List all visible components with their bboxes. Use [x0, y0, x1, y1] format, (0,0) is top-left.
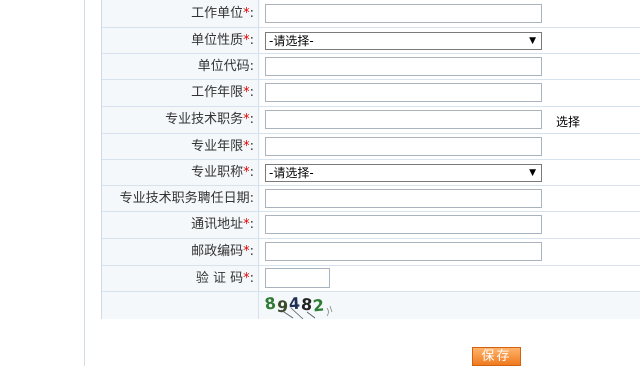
- save-button[interactable]: 保存: [472, 347, 521, 366]
- professional-title-label: 专业职称*:: [102, 160, 259, 185]
- label-colon: :: [249, 6, 254, 21]
- select-value: -请选择-: [269, 34, 314, 48]
- form-row-postal-code: 邮政编码*:: [102, 239, 640, 266]
- form-row-captcha: 验 证 码*:: [102, 266, 640, 292]
- label-colon: :: [249, 271, 254, 286]
- work-unit-input[interactable]: [265, 4, 542, 23]
- work-years-label: 工作年限*:: [102, 80, 259, 106]
- unit-nature-cell: -请选择- ▼: [260, 28, 640, 53]
- label-colon: :: [249, 191, 254, 206]
- unit-code-cell: [260, 54, 640, 79]
- form-row-professional-years: 专业年限*:: [102, 134, 640, 160]
- postal-code-cell: [260, 239, 640, 265]
- tech-position-label: 专业技术职务*:: [102, 107, 259, 133]
- address-cell: [260, 212, 640, 238]
- unit-nature-label: 单位性质*:: [102, 28, 259, 53]
- label-text: 通讯地址: [191, 217, 244, 232]
- captcha-label: 验 证 码*:: [102, 266, 259, 291]
- form-row-appointment-date: 专业技术职务聘任日期:: [102, 186, 640, 212]
- label-colon: :: [249, 139, 254, 154]
- work-years-input[interactable]: [265, 83, 542, 102]
- choose-position-link[interactable]: 选择: [556, 113, 580, 130]
- appointment-date-label: 专业技术职务聘任日期:: [102, 186, 259, 211]
- unit-code-label: 单位代码:: [102, 54, 259, 79]
- professional-title-cell: -请选择- ▼: [260, 160, 640, 185]
- label-text: 工作单位: [191, 6, 244, 21]
- label-colon: :: [249, 112, 254, 127]
- page-divider: [84, 0, 85, 366]
- form-row-tech-position: 专业技术职务*: 选择: [102, 107, 640, 134]
- postal-code-input[interactable]: [265, 242, 542, 261]
- captcha-char: 4: [288, 294, 300, 313]
- form-row-professional-title: 专业职称*: -请选择- ▼: [102, 160, 640, 186]
- professional-title-select[interactable]: -请选择- ▼: [265, 164, 542, 182]
- label-text: 验 证 码: [195, 271, 244, 286]
- form-row-work-unit: 工作单位*:: [102, 0, 640, 28]
- label-colon: :: [249, 85, 254, 100]
- postal-code-label: 邮政编码*:: [102, 239, 259, 265]
- label-text: 专业技术职务: [165, 112, 244, 127]
- professional-years-cell: [260, 134, 640, 159]
- label-text: 专业年限: [191, 139, 244, 154]
- captcha-char: 8: [263, 294, 277, 314]
- empty-label-cell: [102, 292, 259, 319]
- tech-position-cell: 选择: [260, 107, 640, 133]
- form-row-work-years: 工作年限*:: [102, 80, 640, 107]
- label-text: 单位性质: [191, 33, 244, 48]
- captcha-noise-marks: [326, 305, 333, 317]
- label-text: 工作年限: [191, 85, 244, 100]
- address-input[interactable]: [265, 215, 542, 234]
- dropdown-arrow-icon: ▼: [529, 36, 536, 46]
- form-row-unit-code: 单位代码:: [102, 54, 640, 80]
- label-colon: :: [249, 217, 254, 232]
- label-text: 专业技术职务聘任日期: [119, 191, 250, 206]
- address-label: 通讯地址*:: [102, 212, 259, 238]
- label-colon: :: [249, 59, 254, 74]
- label-colon: :: [249, 33, 254, 48]
- label-colon: :: [249, 165, 254, 180]
- tech-position-input[interactable]: [265, 110, 542, 129]
- work-years-cell: [260, 80, 640, 106]
- captcha-input[interactable]: [265, 268, 330, 288]
- form-row-captcha-image: 8 9 4 8 2: [102, 292, 640, 320]
- label-text: 单位代码: [197, 59, 250, 74]
- captcha-input-cell: [260, 266, 640, 291]
- form-row-address: 通讯地址*:: [102, 212, 640, 239]
- unit-code-input[interactable]: [265, 57, 542, 76]
- appointment-date-cell: [260, 186, 640, 211]
- form-row-unit-nature: 单位性质*: -请选择- ▼: [102, 28, 640, 54]
- captcha-image[interactable]: 8 9 4 8 2: [263, 294, 353, 320]
- captcha-image-cell: 8 9 4 8 2: [260, 292, 640, 320]
- professional-years-input[interactable]: [265, 137, 542, 156]
- work-unit-label: 工作单位*:: [102, 0, 259, 27]
- dropdown-arrow-icon: ▼: [529, 168, 536, 178]
- label-colon: :: [249, 244, 254, 259]
- work-unit-cell: [260, 0, 640, 27]
- label-text: 邮政编码: [191, 244, 244, 259]
- select-value: -请选择-: [269, 166, 314, 180]
- unit-nature-select[interactable]: -请选择- ▼: [265, 32, 542, 50]
- professional-years-label: 专业年限*:: [102, 134, 259, 159]
- captcha-char: 2: [312, 295, 325, 315]
- registration-form: 工作单位*: 单位性质*: -请选择- ▼ 单位代码: 工作年限*: 专业技术职…: [101, 0, 640, 320]
- appointment-date-input[interactable]: [265, 189, 542, 208]
- label-text: 专业职称: [191, 165, 244, 180]
